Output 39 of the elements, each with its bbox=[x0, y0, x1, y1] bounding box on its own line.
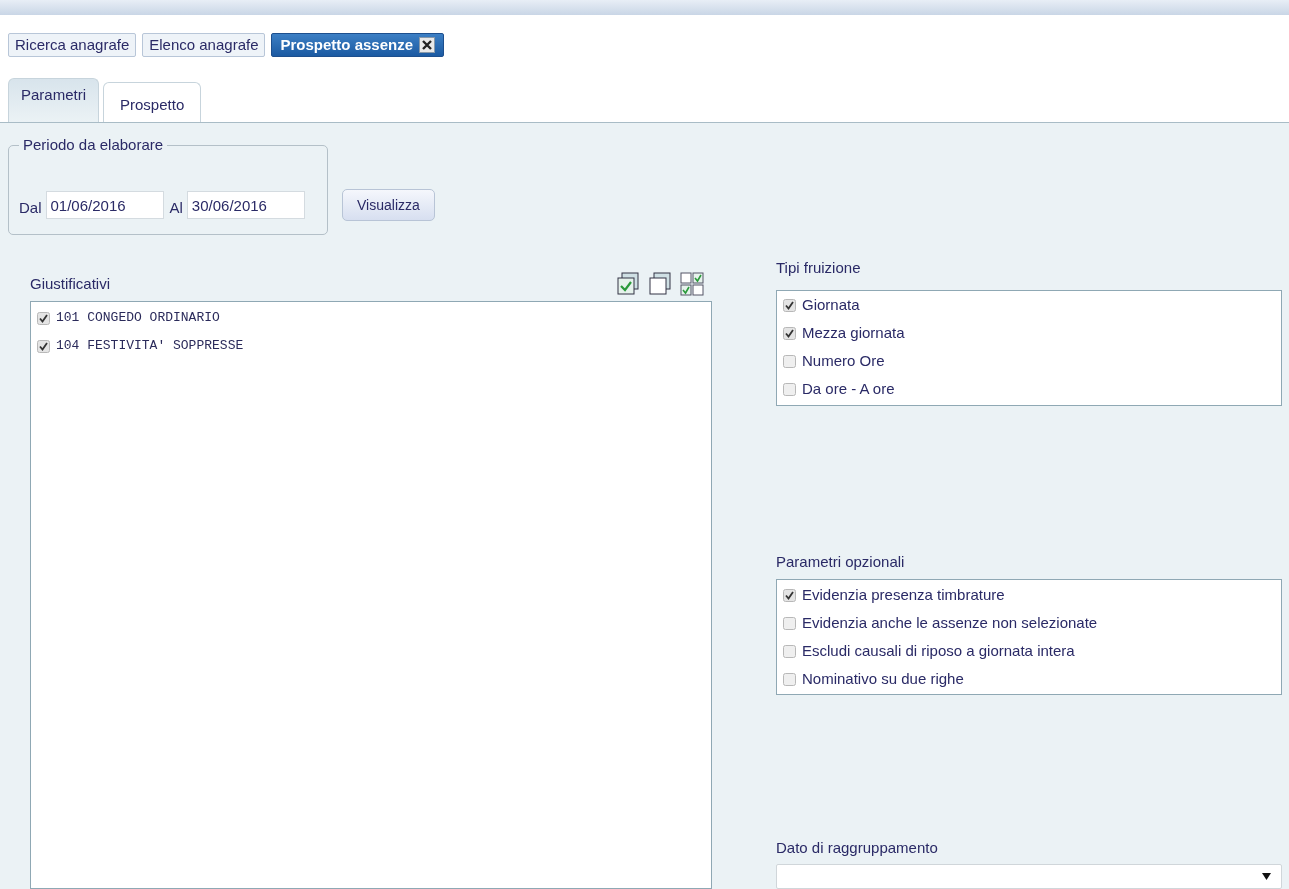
document-tab[interactable]: Elenco anagrafe bbox=[142, 33, 266, 57]
option-label: Giornata bbox=[802, 295, 860, 316]
visualizza-button[interactable]: Visualizza bbox=[342, 189, 435, 221]
option-label: Evidenzia anche le assenze non selezionate bbox=[802, 613, 1098, 633]
option-label: 104 FESTIVITA' SOPPRESSE bbox=[56, 337, 244, 356]
option-label: Evidenzia presenza timbrature bbox=[802, 585, 1005, 605]
checkbox[interactable] bbox=[783, 616, 796, 630]
checkbox[interactable] bbox=[783, 355, 796, 369]
checkbox[interactable] bbox=[783, 672, 796, 686]
checkbox[interactable] bbox=[783, 299, 796, 313]
caret-icon bbox=[1262, 873, 1271, 880]
invert-selection-icon[interactable] bbox=[680, 272, 704, 296]
checkbox[interactable] bbox=[37, 311, 50, 325]
checkbox[interactable] bbox=[783, 327, 796, 341]
section-title: Dato di raggruppamento bbox=[776, 838, 939, 859]
option-label: Numero Ore bbox=[802, 351, 885, 372]
checkbox[interactable] bbox=[37, 339, 50, 353]
from-label: Dal bbox=[19, 197, 42, 218]
deselect-all-icon[interactable] bbox=[648, 272, 672, 296]
document-tab[interactable]: Ricerca anagrafe bbox=[8, 33, 137, 57]
section-title: Parametri opzionali bbox=[776, 551, 906, 572]
tab[interactable]: Prospetto bbox=[103, 82, 202, 122]
checkbox[interactable] bbox=[783, 383, 796, 397]
from-date-field[interactable]: 01/06/2016 bbox=[45, 191, 164, 219]
option-label: Escludi causali di riposo a giornata intera bbox=[802, 641, 1075, 661]
checkbox[interactable] bbox=[783, 644, 796, 658]
close-icon[interactable] bbox=[419, 37, 436, 53]
tab[interactable]: Parametri bbox=[8, 78, 100, 122]
option-label: Nominativo su due righe bbox=[802, 669, 964, 689]
section-title: Giustificativi bbox=[30, 273, 111, 294]
option-label: Da ore - A ore bbox=[802, 379, 895, 400]
select-all-icon[interactable] bbox=[616, 272, 640, 296]
option-label: Mezza giornata bbox=[802, 323, 905, 344]
to-label: Al bbox=[169, 197, 183, 218]
option-label: 101 CONGEDO ORDINARIO bbox=[56, 309, 220, 328]
document-tab[interactable]: Prospetto assenze bbox=[271, 33, 445, 57]
checkbox[interactable] bbox=[783, 588, 796, 602]
section-title: Tipi fruizione bbox=[776, 258, 862, 278]
to-date-field[interactable]: 30/06/2016 bbox=[186, 191, 305, 219]
